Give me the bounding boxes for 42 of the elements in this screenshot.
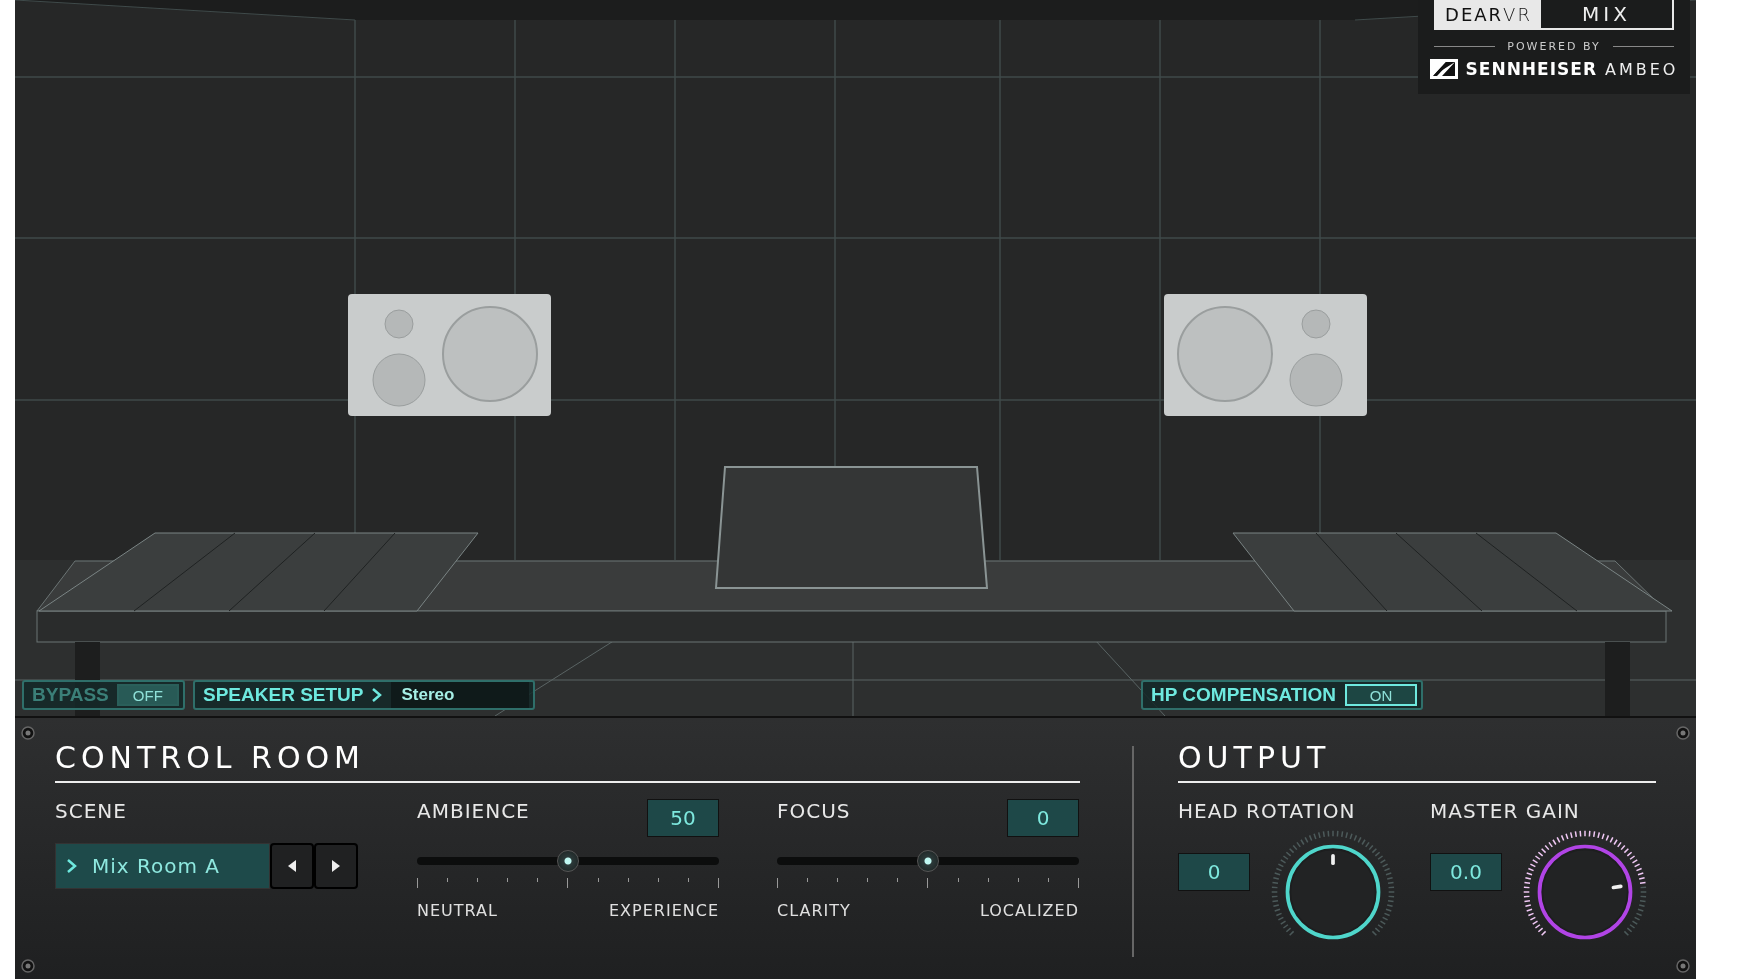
value-field[interactable]: 0 [1178,853,1250,891]
edition-name: MIX [1581,1,1632,28]
triangle-left-icon [287,859,297,873]
triangle-right-icon [331,859,341,873]
bypass-toggle[interactable]: OFF [116,684,179,706]
screw-icon [21,959,35,973]
slider-track[interactable] [417,850,719,872]
slider-thumb[interactable] [917,850,939,872]
chevron-right-icon [371,687,384,703]
slider-thumb[interactable] [557,850,579,872]
scale-label: LOCALIZED [979,901,1079,920]
speaker-setup-label: SPEAKER SETUP [203,684,364,706]
slider-label: FOCUS [777,799,851,823]
screw-icon [1676,726,1690,740]
scene-selector[interactable]: Mix Room A [55,843,270,889]
hp-compensation-toggle[interactable]: ON [1345,684,1417,706]
knob-label: MASTER GAIN [1430,799,1581,823]
chevron-right-icon [66,858,78,874]
screw-icon [1676,959,1690,973]
slider-label: AMBIENCE [417,799,530,823]
value-field[interactable]: 0.0 [1430,853,1502,891]
hp-compensation-label: HP COMPENSATION [1151,684,1337,706]
scale-label: EXPERIENCE [608,901,719,920]
scale-label: CLARITY [777,901,851,920]
knob-label: HEAD ROTATION [1178,799,1357,823]
section-title: OUTPUT [1178,740,1656,783]
previous-button[interactable] [270,843,314,889]
sub-brand-name: AMBEO [1605,59,1679,79]
brand-logo-icon [1429,59,1458,79]
scale-label: NEUTRAL [417,901,498,920]
product-name: DEARVR [1436,0,1541,28]
value-field[interactable]: 50 [647,799,719,837]
scene-label: SCENE [55,799,128,823]
slider-track[interactable] [777,850,1079,872]
powered-by-text: POWERED BY [1507,40,1601,53]
brand-name: SENNHEISER [1465,59,1597,79]
speaker-setup-dropdown[interactable]: Stereo [391,682,529,708]
bypass-label: BYPASS [32,684,109,706]
section-title: CONTROL ROOM [55,740,1081,783]
screw-icon [21,726,35,740]
next-button[interactable] [314,843,358,889]
value-field[interactable]: 0 [1007,799,1079,837]
